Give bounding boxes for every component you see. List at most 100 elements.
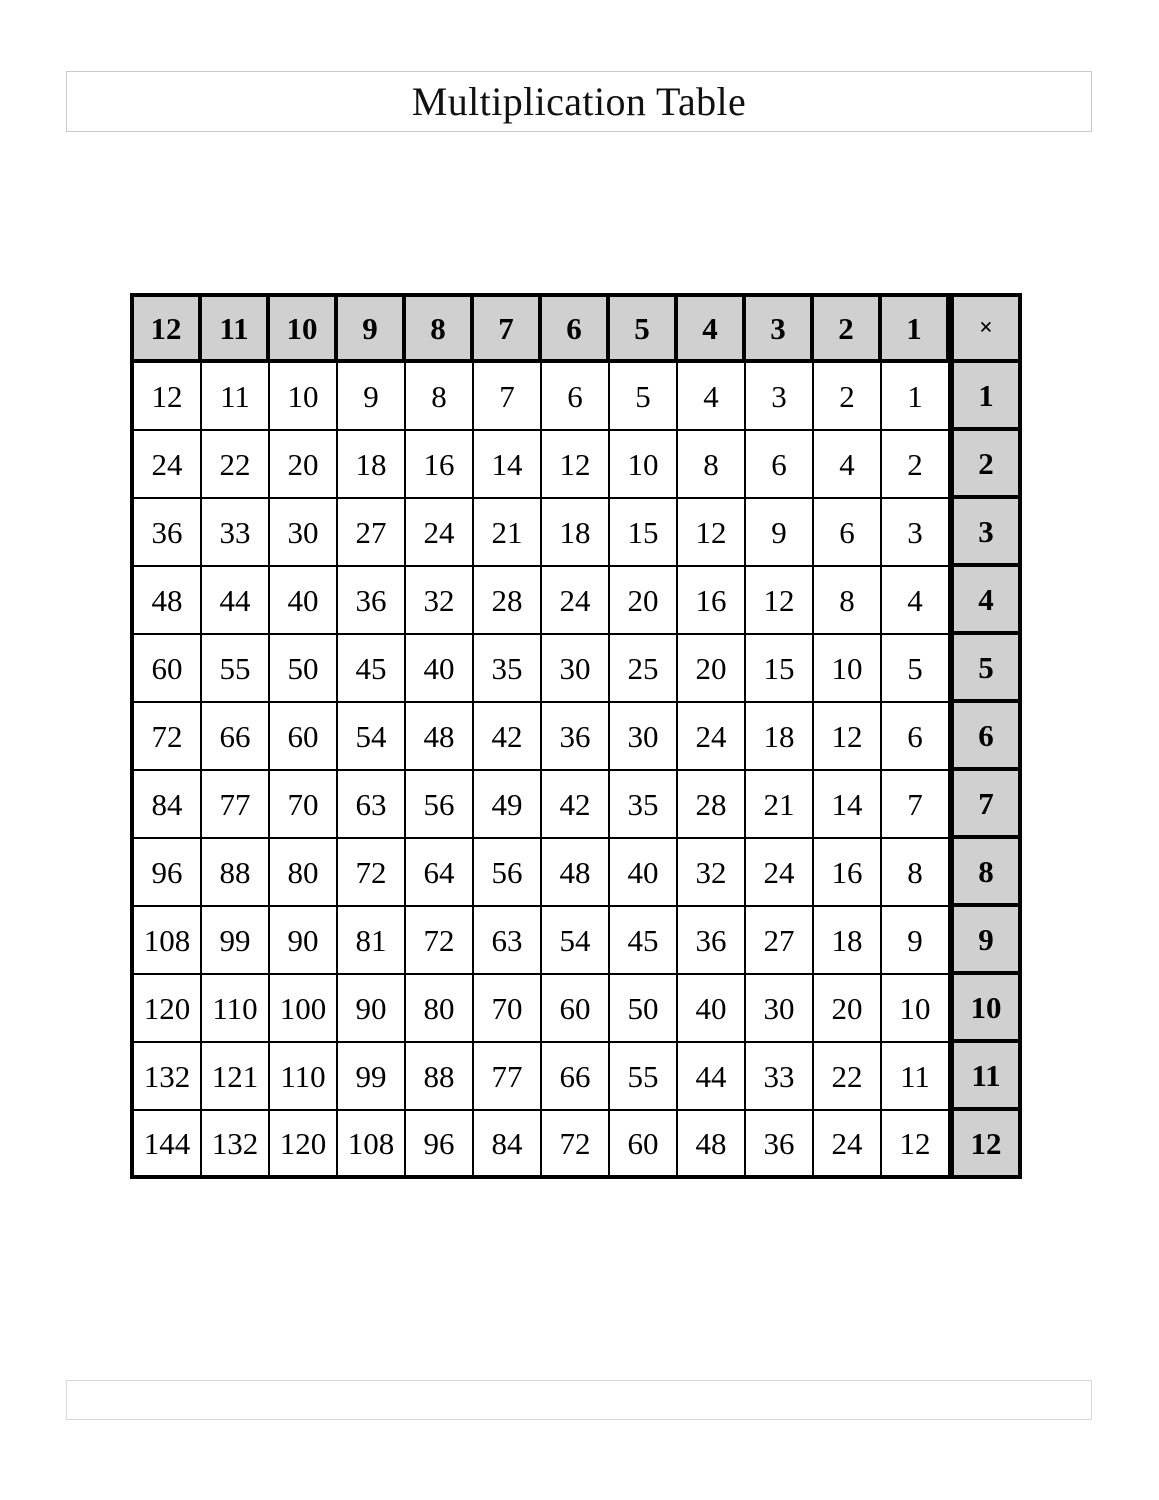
column-header-9: 9 (338, 297, 406, 363)
product-cell: 8 (406, 363, 474, 431)
product-cell: 120 (270, 1111, 338, 1179)
row-header-3: 3 (950, 499, 1022, 567)
column-header-5: 5 (610, 297, 678, 363)
product-cell: 88 (406, 1043, 474, 1111)
product-cell: 4 (882, 567, 950, 635)
product-cell: 28 (678, 771, 746, 839)
product-cell: 7 (882, 771, 950, 839)
product-cell: 25 (610, 635, 678, 703)
product-cell: 30 (746, 975, 814, 1043)
product-cell: 22 (814, 1043, 882, 1111)
product-cell: 6 (542, 363, 610, 431)
product-cell: 18 (542, 499, 610, 567)
product-cell: 10 (814, 635, 882, 703)
product-cell: 96 (134, 839, 202, 907)
product-cell: 18 (814, 907, 882, 975)
column-header-1: 1 (882, 297, 950, 363)
title-banner: Multiplication Table (66, 71, 1092, 132)
product-cell: 30 (270, 499, 338, 567)
product-cell: 80 (270, 839, 338, 907)
column-header-11: 11 (202, 297, 270, 363)
table-row: 48 44 40 36 32 28 24 20 16 12 8 4 4 (134, 567, 1022, 635)
product-cell: 72 (134, 703, 202, 771)
product-cell: 24 (746, 839, 814, 907)
product-cell: 70 (270, 771, 338, 839)
table-row: 132 121 110 99 88 77 66 55 44 33 22 11 11 (134, 1043, 1022, 1111)
product-cell: 16 (406, 431, 474, 499)
product-cell: 20 (270, 431, 338, 499)
product-cell: 60 (610, 1111, 678, 1179)
product-cell: 90 (338, 975, 406, 1043)
product-cell: 88 (202, 839, 270, 907)
product-cell: 2 (814, 363, 882, 431)
product-cell: 48 (678, 1111, 746, 1179)
product-cell: 20 (678, 635, 746, 703)
product-cell: 10 (882, 975, 950, 1043)
row-header-7: 7 (950, 771, 1022, 839)
table-row: 24 22 20 18 16 14 12 10 8 6 4 2 2 (134, 431, 1022, 499)
product-cell: 11 (202, 363, 270, 431)
product-cell: 16 (814, 839, 882, 907)
multiplication-table-container: 12 11 10 9 8 7 6 5 4 3 2 1 × 12 11 10 9 8 7 6 5 4 3 2 1 1 24 22 20 18… (130, 293, 1022, 1179)
row-header-4: 4 (950, 567, 1022, 635)
product-cell: 36 (542, 703, 610, 771)
multiply-operator-icon: × (950, 297, 1022, 363)
product-cell: 12 (814, 703, 882, 771)
table-row: 120 110 100 90 80 70 60 50 40 30 20 10 10 (134, 975, 1022, 1043)
product-cell: 9 (746, 499, 814, 567)
product-cell: 20 (814, 975, 882, 1043)
product-cell: 12 (134, 363, 202, 431)
product-cell: 40 (270, 567, 338, 635)
product-cell: 30 (610, 703, 678, 771)
product-cell: 40 (678, 975, 746, 1043)
table-row: 96 88 80 72 64 56 48 40 32 24 16 8 8 (134, 839, 1022, 907)
product-cell: 28 (474, 567, 542, 635)
product-cell: 36 (746, 1111, 814, 1179)
product-cell: 40 (406, 635, 474, 703)
product-cell: 48 (134, 567, 202, 635)
product-cell: 121 (202, 1043, 270, 1111)
table-row: 144 132 120 108 96 84 72 60 48 36 24 12 12 (134, 1111, 1022, 1179)
column-header-3: 3 (746, 297, 814, 363)
product-cell: 15 (746, 635, 814, 703)
product-cell: 8 (814, 567, 882, 635)
product-cell: 66 (202, 703, 270, 771)
product-cell: 24 (814, 1111, 882, 1179)
row-header-1: 1 (950, 363, 1022, 431)
product-cell: 24 (678, 703, 746, 771)
product-cell: 33 (746, 1043, 814, 1111)
product-cell: 96 (406, 1111, 474, 1179)
column-header-12: 12 (134, 297, 202, 363)
product-cell: 77 (474, 1043, 542, 1111)
table-header-row: 12 11 10 9 8 7 6 5 4 3 2 1 × (134, 297, 1022, 363)
product-cell: 70 (474, 975, 542, 1043)
product-cell: 10 (270, 363, 338, 431)
product-cell: 9 (338, 363, 406, 431)
product-cell: 22 (202, 431, 270, 499)
product-cell: 24 (542, 567, 610, 635)
column-header-10: 10 (270, 297, 338, 363)
product-cell: 72 (542, 1111, 610, 1179)
product-cell: 24 (406, 499, 474, 567)
product-cell: 15 (610, 499, 678, 567)
product-cell: 60 (270, 703, 338, 771)
product-cell: 72 (406, 907, 474, 975)
page-title: Multiplication Table (411, 78, 747, 124)
row-header-6: 6 (950, 703, 1022, 771)
product-cell: 5 (882, 635, 950, 703)
column-header-6: 6 (542, 297, 610, 363)
product-cell: 6 (746, 431, 814, 499)
product-cell: 64 (406, 839, 474, 907)
product-cell: 12 (882, 1111, 950, 1179)
product-cell: 5 (610, 363, 678, 431)
product-cell: 132 (134, 1043, 202, 1111)
multiplication-table: 12 11 10 9 8 7 6 5 4 3 2 1 × 12 11 10 9 8 7 6 5 4 3 2 1 1 24 22 20 18… (130, 293, 1022, 1179)
table-row: 60 55 50 45 40 35 30 25 20 15 10 5 5 (134, 635, 1022, 703)
row-header-10: 10 (950, 975, 1022, 1043)
product-cell: 40 (610, 839, 678, 907)
product-cell: 36 (678, 907, 746, 975)
product-cell: 48 (406, 703, 474, 771)
product-cell: 42 (474, 703, 542, 771)
product-cell: 24 (134, 431, 202, 499)
product-cell: 60 (542, 975, 610, 1043)
